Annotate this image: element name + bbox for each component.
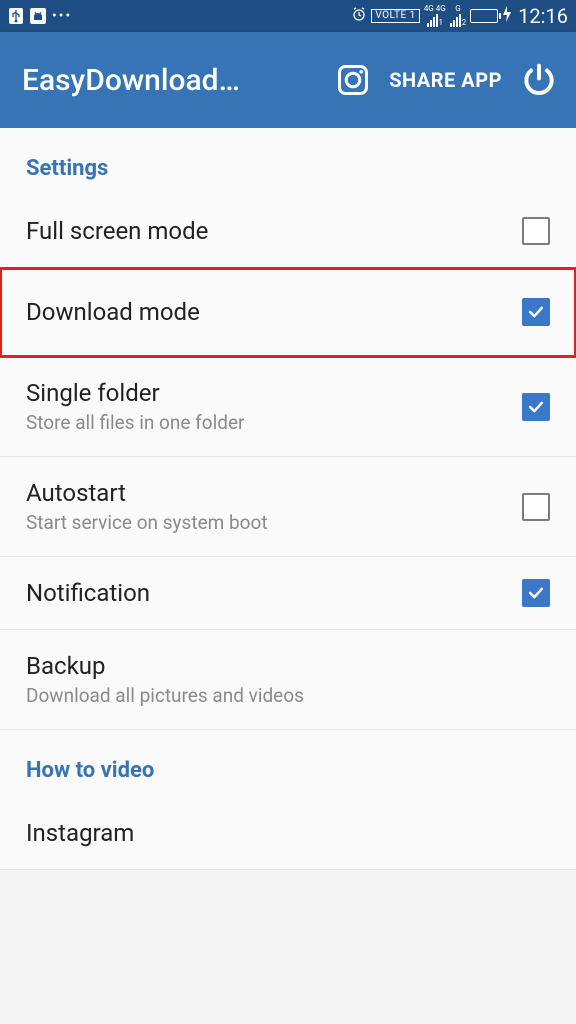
charging-icon <box>502 6 512 26</box>
power-icon[interactable] <box>520 61 558 99</box>
row-download-mode[interactable]: Download mode <box>0 268 576 357</box>
status-bar: ••• VOLTE 1 4G 4G 1 G 2 12:16 <box>0 0 576 32</box>
checkbox-download-mode[interactable] <box>522 298 550 326</box>
net1-label: 4G 4G <box>424 5 446 13</box>
status-left: ••• <box>8 8 72 24</box>
row-title: Single folder <box>26 379 522 407</box>
row-notification[interactable]: Notification <box>0 557 576 630</box>
how-to-video-header: How to video <box>0 730 576 797</box>
row-title: Instagram <box>26 819 550 847</box>
row-subtitle: Start service on system boot <box>26 511 522 534</box>
row-subtitle: Store all files in one folder <box>26 411 522 434</box>
status-clock: 12:16 <box>518 4 568 28</box>
checkbox-autostart[interactable] <box>522 493 550 521</box>
row-title: Notification <box>26 579 522 607</box>
row-title: Autostart <box>26 479 522 507</box>
row-full-screen-mode[interactable]: Full screen mode <box>0 195 576 268</box>
checkbox-full-screen[interactable] <box>522 217 550 245</box>
row-backup[interactable]: Backup Download all pictures and videos <box>0 630 576 730</box>
instagram-action-icon[interactable] <box>335 62 371 98</box>
signal-2-icon <box>450 13 461 27</box>
app-title: EasyDownload… <box>22 63 317 98</box>
alarm-icon <box>351 6 367 26</box>
battery-icon <box>470 9 498 23</box>
usb-icon <box>8 8 24 24</box>
row-title: Backup <box>26 652 550 680</box>
row-title: Download mode <box>26 298 522 326</box>
android-icon <box>30 8 46 24</box>
row-instagram[interactable]: Instagram <box>0 797 576 870</box>
sim1-sub: 1 <box>439 19 444 27</box>
row-autostart[interactable]: Autostart Start service on system boot <box>0 457 576 557</box>
row-subtitle: Download all pictures and videos <box>26 684 550 707</box>
checkbox-single-folder[interactable] <box>522 393 550 421</box>
more-icon: ••• <box>52 8 72 24</box>
app-bar: EasyDownload… SHARE APP <box>0 32 576 128</box>
net2-label: G <box>455 5 460 13</box>
volte-badge: VOLTE 1 <box>371 9 419 23</box>
row-single-folder[interactable]: Single folder Store all files in one fol… <box>0 357 576 457</box>
row-title: Full screen mode <box>26 217 522 245</box>
checkbox-notification[interactable] <box>522 579 550 607</box>
sim2-sub: 2 <box>462 19 467 27</box>
share-app-button[interactable]: SHARE APP <box>389 68 502 92</box>
status-right: VOLTE 1 4G 4G 1 G 2 12:16 <box>351 4 568 28</box>
signal-1-icon <box>427 13 438 27</box>
settings-header: Settings <box>0 128 576 195</box>
settings-content: Settings Full screen mode Download mode … <box>0 128 576 870</box>
